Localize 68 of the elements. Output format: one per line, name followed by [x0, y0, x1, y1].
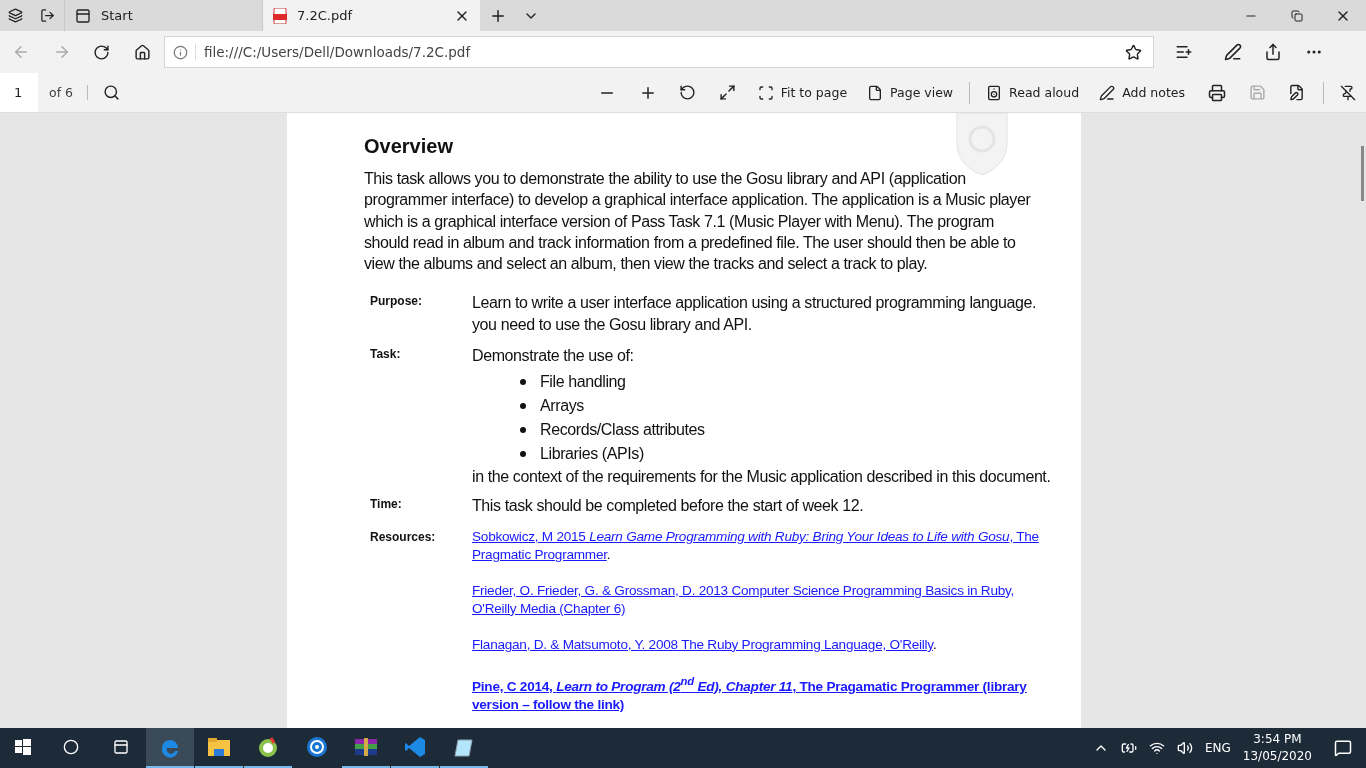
toolbar-button[interactable]: Add notes — [1089, 84, 1195, 101]
toolbar-button[interactable]: Read aloud — [976, 84, 1090, 101]
volume-icon[interactable] — [1176, 740, 1193, 756]
toolbar-button[interactable]: Fit to page — [747, 84, 858, 101]
bullet-text: Libraries (APIs) — [540, 444, 644, 465]
app-icon[interactable] — [257, 736, 279, 758]
home-icon[interactable] — [133, 43, 151, 61]
address-bar[interactable]: file:///C:/Users/Dell/Downloads/7.2C.pdf — [164, 36, 1154, 68]
windows-start-icon[interactable] — [15, 739, 31, 755]
reference-link[interactable]: Pine, C 2014, Learn to Program (2$^{nd}$ Ed), Chapter 11, The Pragamatic Programmer (library version – follow the link) — [472, 672, 1062, 714]
bullet-icon — [520, 403, 526, 409]
bullet-icon — [520, 427, 526, 433]
clock[interactable]: 3:54 PM 13/05/2020 — [1242, 731, 1312, 765]
refresh-icon[interactable] — [92, 43, 110, 61]
info-icon[interactable] — [172, 44, 188, 60]
row-label: Task: — [369, 346, 402, 364]
notepad-icon[interactable] — [453, 736, 475, 758]
rotate-icon[interactable] — [679, 84, 697, 101]
row-label: Purpose: — [369, 293, 423, 311]
row-label: Resources: — [369, 529, 437, 546]
fullscreen-icon[interactable] — [719, 84, 737, 101]
restore-icon[interactable] — [1291, 9, 1303, 22]
pen-icon — [1099, 84, 1116, 101]
bullet-text: Records/Class attributes — [540, 420, 705, 441]
search-icon[interactable] — [103, 84, 121, 101]
code-editor-icon[interactable] — [404, 736, 426, 758]
page-number-field[interactable]: 1 — [0, 73, 38, 112]
page-icon — [867, 84, 884, 101]
reference-link[interactable]: Frieder, O. Frieder, G. & Grossman, D. 2013 Computer Science Programming Basics in Ruby, O'Reilly Media (Chapter 6) — [472, 582, 1062, 618]
set-aside-icon[interactable] — [39, 8, 55, 23]
toolbar-button[interactable]: Page view — [857, 84, 964, 101]
favorites-icon[interactable] — [1175, 43, 1193, 61]
bullet-icon — [520, 379, 526, 385]
app-icon[interactable] — [306, 736, 328, 758]
row-text: Demonstrate the use of: — [472, 346, 635, 367]
start-page-icon — [75, 7, 91, 24]
section-heading: Overview — [364, 135, 454, 158]
browser-tab[interactable]: 7.2C.pdf — [262, 0, 480, 31]
language-indicator[interactable]: ENG — [1204, 741, 1231, 755]
share-icon[interactable] — [1264, 43, 1282, 61]
scrollbar-thumb[interactable] — [1361, 146, 1364, 201]
books-icon[interactable] — [354, 737, 378, 757]
wifi-icon[interactable] — [1148, 740, 1165, 756]
unpin-icon[interactable] — [1340, 84, 1356, 101]
row-label: Time: — [369, 496, 403, 514]
favorite-star-icon[interactable] — [1124, 43, 1142, 61]
reference-link[interactable]: Flanagan, D. & Matsumoto, Y. 2008 The Ruby Programming Language, O'Reilly. — [472, 636, 1062, 654]
page-count: of 6 — [38, 85, 88, 100]
search-icon[interactable] — [63, 739, 79, 755]
bullet-text: File handling — [540, 372, 626, 393]
read-aloud-icon — [986, 84, 1003, 101]
paragraph: This task allows you to demonstrate the ability to use the Gosu library and API (application programmer interface) to develop a graphical interface application. The application is a Music player which is a graphical interface version of Pass Task 7.1 (Music Player with Menu). The program should read in album and track information from a predefined file. The user should then be able to view the albums and select an album, then view the tracks and select a track to play. — [364, 169, 1032, 275]
reference-link[interactable]: Sobkowicz, M 2015 Learn Game Programming with Ruby: Bring Your Ideas to Life with Gosu, The Pragmatic Programmer. — [472, 528, 1062, 564]
bullet-text: Arrays — [540, 396, 584, 417]
pen-icon[interactable] — [1224, 43, 1242, 61]
notifications-icon[interactable] — [1334, 739, 1352, 757]
print-icon[interactable] — [1208, 83, 1226, 102]
fit-to-page-icon — [757, 84, 774, 101]
row-text: Learn to write a user interface application using a structured programming language. you need to use the Gosu library and API. — [472, 293, 1038, 335]
row-text: This task should be completed before the start of week 12. — [472, 496, 865, 517]
pdf-icon — [273, 7, 287, 24]
tabs-icon[interactable] — [7, 8, 23, 23]
battery-icon[interactable] — [1120, 740, 1137, 756]
folder-icon[interactable] — [207, 737, 231, 757]
save-as-icon[interactable] — [1287, 84, 1305, 101]
task-view-icon[interactable] — [113, 739, 129, 755]
row-text: in the context of the requirements for the Music application described in this document. — [472, 467, 1052, 487]
bullet-icon — [520, 451, 526, 457]
